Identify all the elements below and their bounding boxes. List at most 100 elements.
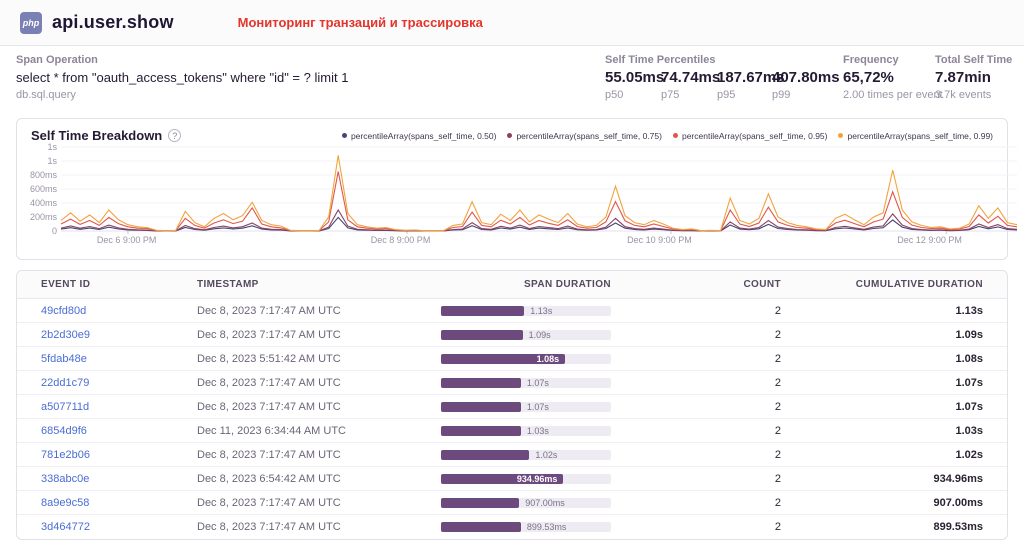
cell-count: 2 [641,353,801,365]
cell-event-id: 3d464772 [41,521,197,533]
duration-bar-track: 1.02s [441,450,611,460]
cell-count: 2 [641,401,801,413]
chart-plot-area[interactable]: 1s1s800ms600ms400ms200ms0 Dec 6 9:00 PMD… [61,147,999,251]
legend-item[interactable]: percentileArray(spans_self_time, 0.95) [673,131,828,141]
table-row: a507711dDec 8, 2023 7:17:47 AM UTC1.07s2… [17,395,1007,419]
legend-item[interactable]: percentileArray(spans_self_time, 0.50) [342,131,497,141]
column-header: SPAN DURATION [441,279,641,290]
php-badge-icon: php [20,12,42,34]
duration-bar-track: 934.96ms [441,474,611,484]
duration-bar-label: 907.00ms [525,498,565,508]
cell-timestamp: Dec 8, 2023 7:17:47 AM UTC [197,497,441,509]
duration-bar-label: 1.08s [537,354,560,364]
cell-event-id: 781e2b06 [41,449,197,461]
cell-timestamp: Dec 11, 2023 6:34:44 AM UTC [197,425,441,437]
cell-timestamp: Dec 8, 2023 7:17:47 AM UTC [197,377,441,389]
cell-cumulative-duration: 899.53ms [801,521,983,533]
chart-legend: percentileArray(spans_self_time, 0.50) pe… [342,131,993,141]
chart-title: Self Time Breakdown [31,128,162,143]
cell-count: 2 [641,521,801,533]
line-chart [61,147,1017,231]
cell-span-duration: 1.13s [441,306,641,316]
chart-header: Self Time Breakdown ? percentileArray(sp… [17,119,1007,143]
table-header: EVENT IDTIMESTAMPSPAN DURATIONCOUNTCUMUL… [17,271,1007,299]
legend-label: percentileArray(spans_self_time, 0.75) [516,131,662,141]
table-row: 5fdab48eDec 8, 2023 5:51:42 AM UTC1.08s2… [17,347,1007,371]
summary-strip: Span Operation select * from "oauth_acce… [0,46,1024,112]
total-self-time-block: Total Self Time 7.87min 3.7k events [935,54,1012,101]
cell-span-duration: 899.53ms [441,522,641,532]
event-id-link[interactable]: 49cfd80d [41,305,86,317]
duration-bar-fill [441,306,524,316]
cell-event-id: 22dd1c79 [41,377,197,389]
cell-cumulative-duration: 1.09s [801,329,983,341]
cell-cumulative-duration: 1.08s [801,353,983,365]
cell-cumulative-duration: 1.07s [801,401,983,413]
percentile-value: 55.05ms [605,69,661,86]
cell-event-id: 49cfd80d [41,305,197,317]
cell-span-duration: 1.03s [441,426,641,436]
column-header: CUMULATIVE DURATION [801,279,983,290]
cell-event-id: 2b2d30e9 [41,329,197,341]
series-line [61,217,1017,231]
duration-bar-label: 1.13s [530,306,552,316]
event-id-link[interactable]: a507711d [41,401,89,413]
duration-bar-label: 1.02s [535,450,557,460]
cell-count: 2 [641,305,801,317]
cell-count: 2 [641,425,801,437]
legend-item[interactable]: percentileArray(spans_self_time, 0.99) [838,131,993,141]
percentile-name: p99 [772,89,843,101]
duration-bar-fill [441,522,521,532]
cell-cumulative-duration: 1.02s [801,449,983,461]
cell-timestamp: Dec 8, 2023 7:17:47 AM UTC [197,305,441,317]
table-row: 3d464772Dec 8, 2023 7:17:47 AM UTC899.53… [17,515,1007,539]
percentile-name: p50 [605,89,661,101]
event-id-link[interactable]: 5fdab48e [41,353,87,365]
frequency-sub: 2.00 times per event [843,89,943,101]
self-time-percentiles-block: Self Time Percentiles 55.05msp5074.74msp… [605,54,843,101]
frequency-value: 65,72% [843,69,943,86]
table-row: 781e2b06Dec 8, 2023 7:17:47 AM UTC1.02s2… [17,443,1007,467]
table-row: 2b2d30e9Dec 8, 2023 7:17:47 AM UTC1.09s2… [17,323,1007,347]
x-tick-label: Dec 12 9:00 PM [897,235,962,245]
duration-bar-label: 1.09s [529,330,551,340]
frequency-block: Frequency 65,72% 2.00 times per event [843,54,943,101]
duration-bar-track: 899.53ms [441,522,611,532]
cell-span-duration: 1.07s [441,378,641,388]
event-id-link[interactable]: 338abc0e [41,473,89,485]
table-body: 49cfd80d Dec 8, 2023 7:17:47 AM UTC 1.13s 2… [17,299,1007,539]
event-id-link[interactable]: 2b2d30e9 [41,329,90,341]
cell-cumulative-duration: 1.03s [801,425,983,437]
y-tick-label: 600ms [21,184,57,194]
cell-cumulative-duration: 1.07s [801,377,983,389]
cell-cumulative-duration: 934.96ms [801,473,983,485]
cell-span-duration: 1.08s [441,354,641,364]
event-id-link[interactable]: 22dd1c79 [41,377,89,389]
legend-item[interactable]: percentileArray(spans_self_time, 0.75) [507,131,662,141]
cell-timestamp: Dec 8, 2023 7:17:47 AM UTC [197,329,441,341]
annotation-text: Мониторинг транзаций и трассировка [238,15,483,30]
percentile-name: p95 [717,89,772,101]
event-id-link[interactable]: 6854d9f6 [41,425,87,437]
cell-cumulative-duration: 907.00ms [801,497,983,509]
help-icon[interactable]: ? [168,129,181,142]
percentile-item: 74.74msp75 [661,69,717,101]
series-line [61,155,1017,230]
duration-bar-label: 1.07s [527,378,549,388]
total-self-time-value: 7.87min [935,69,1012,86]
table-row: 22dd1c79Dec 8, 2023 7:17:47 AM UTC1.07s2… [17,371,1007,395]
legend-label: percentileArray(spans_self_time, 0.99) [847,131,993,141]
cell-span-duration: 1.02s [441,450,641,460]
cell-timestamp: Dec 8, 2023 7:17:47 AM UTC [197,521,441,533]
legend-label: percentileArray(spans_self_time, 0.95) [682,131,828,141]
duration-bar-track: 1.08s [441,354,611,364]
event-id-link[interactable]: 781e2b06 [41,449,90,461]
events-table: EVENT IDTIMESTAMPSPAN DURATIONCOUNTCUMUL… [16,270,1008,540]
cell-timestamp: Dec 8, 2023 6:54:42 AM UTC [197,473,441,485]
cell-count: 2 [641,497,801,509]
event-id-link[interactable]: 3d464772 [41,521,90,533]
legend-dot-icon [342,133,347,138]
percentile-name: p75 [661,89,717,101]
cell-count: 2 [641,449,801,461]
event-id-link[interactable]: 8a9e9c58 [41,497,89,509]
